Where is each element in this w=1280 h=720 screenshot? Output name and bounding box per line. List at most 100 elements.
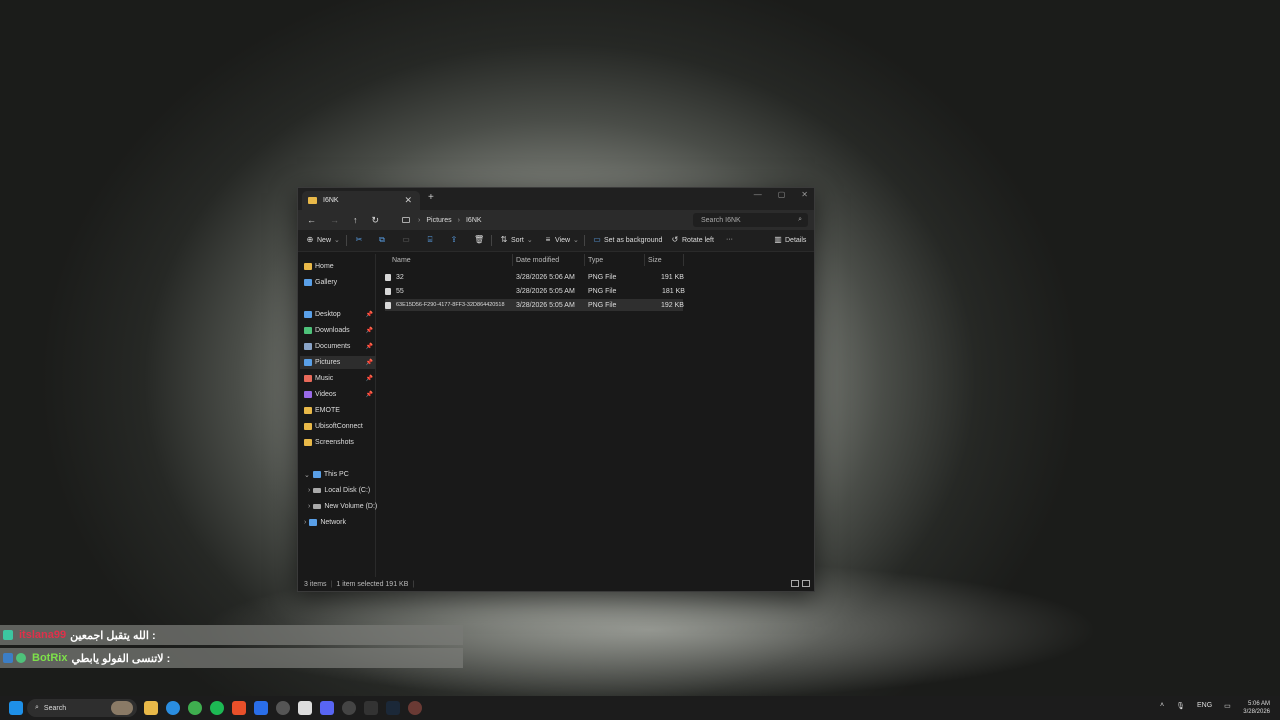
steam-icon[interactable] xyxy=(386,701,400,715)
clock[interactable]: 5:06 AM 3/28/2026 xyxy=(1243,700,1270,716)
share-icon[interactable]: ⇪ xyxy=(450,236,458,244)
cut-icon[interactable]: ✂ xyxy=(355,236,363,244)
sidebar-item-desktop[interactable]: Desktop 📌 xyxy=(304,308,376,321)
chevron-up-icon[interactable]: ˄ xyxy=(1160,702,1164,710)
taskbar-search[interactable]: ⌕ Search xyxy=(27,699,137,717)
sidebar-item-new-volume[interactable]: › New Volume (D:) xyxy=(308,500,380,513)
chevron-right-icon[interactable]: › xyxy=(308,503,310,510)
brave-icon[interactable] xyxy=(232,701,246,715)
pin-icon: 📌 xyxy=(365,344,373,350)
forward-arrow-icon[interactable]: → xyxy=(330,215,339,226)
computer-icon xyxy=(312,471,321,478)
breadcrumb[interactable]: › Pictures › I6NK xyxy=(402,213,688,227)
maximize-button[interactable]: ▢ xyxy=(778,190,786,199)
discord-icon[interactable] xyxy=(320,701,334,715)
language-indicator[interactable]: ENG xyxy=(1197,702,1212,710)
up-arrow-icon[interactable]: ↑ xyxy=(353,215,358,226)
column-header-size[interactable]: Size xyxy=(648,257,662,264)
sidebar-item-emote[interactable]: EMOTE xyxy=(304,404,376,417)
obs-icon[interactable] xyxy=(298,701,312,715)
close-tab-icon[interactable]: ✕ xyxy=(404,195,412,206)
column-header-name[interactable]: Name xyxy=(392,257,411,264)
pin-icon: 📌 xyxy=(365,312,373,318)
microphone-icon[interactable]: 🎙 xyxy=(1176,702,1185,710)
edge-icon[interactable] xyxy=(166,701,180,715)
clock-time: 5:06 AM xyxy=(1247,701,1270,707)
command-bar: ⊕ New ⌄ ✂ ⧉ ▭ ⌸ ⇪ 🗑 ⇅ Sort ⌄ ≡ View ⌄ ▭ … xyxy=(298,230,814,252)
sidebar-item-local-disk[interactable]: › Local Disk (C:) xyxy=(308,484,380,497)
desktop-icon xyxy=(304,311,312,318)
tab-i6nk[interactable]: I6NK ✕ xyxy=(302,191,420,210)
tab-title: I6NK xyxy=(323,197,339,204)
spotify-icon[interactable] xyxy=(210,701,224,715)
bot-badge-icon xyxy=(3,653,13,663)
folder-icon xyxy=(304,439,312,446)
set-as-background-button[interactable]: ▭ Set as background xyxy=(593,236,662,244)
close-window-button[interactable]: ✕ xyxy=(801,190,808,199)
chrome-icon[interactable] xyxy=(188,701,202,715)
breadcrumb-pictures[interactable]: Pictures xyxy=(426,217,451,224)
sidebar-item-videos[interactable]: Videos 📌 xyxy=(304,388,376,401)
sidebar-item-home[interactable]: Home xyxy=(304,260,376,273)
table-row[interactable]: 32 3/28/2026 5:06 AM PNG File 191 KB xyxy=(385,271,684,283)
refresh-icon[interactable]: ↻ xyxy=(372,215,380,226)
view-icon: ≡ xyxy=(545,235,551,244)
breadcrumb-i6nk[interactable]: I6NK xyxy=(466,217,482,224)
view-label: View xyxy=(555,236,571,244)
gallery-icon xyxy=(304,279,312,286)
chevron-right-icon[interactable]: › xyxy=(304,519,306,526)
rotate-left-icon: ↺ xyxy=(671,235,679,244)
column-header-date-modified[interactable]: Date modified xyxy=(516,257,559,264)
sort-button[interactable]: ⇅ Sort ⌄ xyxy=(500,236,533,245)
sidebar-item-gallery[interactable]: Gallery xyxy=(304,276,376,289)
pin-icon: 📌 xyxy=(365,360,373,366)
column-header-type[interactable]: Type xyxy=(588,257,603,264)
folder-icon xyxy=(308,197,317,204)
windows-start-icon[interactable] xyxy=(9,701,23,715)
tiles-view-icon[interactable] xyxy=(802,580,810,587)
rotate-left-button[interactable]: ↺ Rotate left xyxy=(671,236,714,244)
paste-icon[interactable]: ▭ xyxy=(402,236,410,244)
view-button[interactable]: ≡ View ⌄ xyxy=(544,235,579,245)
clock-date: 3/28/2026 xyxy=(1243,709,1270,715)
sidebar-item-network[interactable]: › Network xyxy=(304,516,376,529)
settings-gear-icon[interactable] xyxy=(276,701,290,715)
details-view-icon[interactable] xyxy=(791,580,799,587)
network-icon[interactable]: ▭ xyxy=(1224,702,1231,710)
sidebar-item-screenshots[interactable]: Screenshots xyxy=(304,436,376,449)
back-arrow-icon[interactable]: ← xyxy=(307,215,316,226)
sidebar-item-downloads[interactable]: Downloads 📌 xyxy=(304,324,376,337)
document-icon xyxy=(304,343,312,350)
new-tab-button[interactable]: + xyxy=(428,192,434,203)
chevron-right-icon[interactable]: › xyxy=(308,487,310,494)
desktop-icon: ▭ xyxy=(593,235,601,244)
sidebar-item-documents[interactable]: Documents 📌 xyxy=(304,340,376,353)
store-icon[interactable] xyxy=(254,701,268,715)
minimize-button[interactable]: — xyxy=(754,190,762,199)
navigation-pane: Home Gallery Desktop 📌 Downloads 📌 Docum… xyxy=(298,254,377,577)
new-button[interactable]: ⊕ New ⌄ xyxy=(306,236,340,245)
set-background-label: Set as background xyxy=(604,236,663,244)
chat-message: BotRix لاتنسى الفولو يابطي : xyxy=(0,648,463,668)
copy-icon[interactable]: ⧉ xyxy=(378,236,386,244)
item-count: 3 items xyxy=(304,580,327,588)
sidebar-item-pictures[interactable]: Pictures 📌 xyxy=(300,356,376,369)
sidebar-item-music[interactable]: Music 📌 xyxy=(304,372,376,385)
sidebar-item-ubisoftconnect[interactable]: UbisoftConnect xyxy=(304,420,376,433)
delete-icon[interactable]: 🗑 xyxy=(474,236,484,244)
chevron-down-icon[interactable]: ⌄ xyxy=(304,471,310,479)
search-input[interactable]: Search I6NK ⌕ xyxy=(693,213,808,227)
sidebar-item-this-pc[interactable]: ⌄ This PC xyxy=(304,468,376,481)
table-row[interactable]: 63E15D56-F290-4177-8FF3-32D864420518 3/2… xyxy=(385,299,684,311)
chat-message: itslana99 الله يتقبل اجمعين : xyxy=(0,625,463,645)
chevron-right-icon: › xyxy=(418,216,421,224)
details-button[interactable]: ▥ Details xyxy=(774,236,806,244)
app-icon[interactable] xyxy=(342,701,356,715)
pin-icon: 📌 xyxy=(365,376,373,382)
rename-icon[interactable]: ⌸ xyxy=(426,236,434,244)
table-row[interactable]: 55 3/28/2026 5:05 AM PNG File 181 KB xyxy=(385,285,685,297)
game-icon[interactable] xyxy=(408,701,422,715)
file-explorer-icon[interactable] xyxy=(144,701,158,715)
terminal-icon[interactable] xyxy=(364,701,378,715)
more-options-button[interactable]: ··· xyxy=(726,236,733,243)
